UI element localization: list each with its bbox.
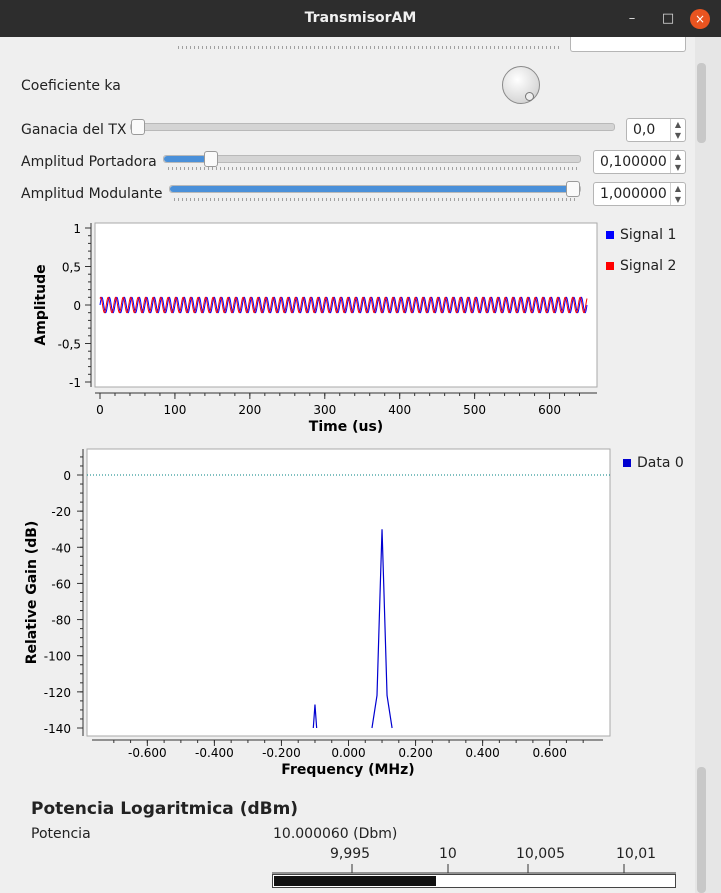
x-axis-label: Frequency (MHz): [281, 762, 414, 778]
legend-swatch-data-0: [623, 459, 631, 467]
title-bar: TransmisorAM – □ ×: [0, 0, 721, 37]
modulating-value: 1,000000: [600, 186, 667, 202]
x-axis-label: Time (us): [309, 419, 383, 435]
y-tick-label: -120: [44, 686, 71, 700]
ka-knob[interactable]: [502, 66, 540, 104]
y-tick-label: 0,5: [62, 261, 81, 275]
partial-slider-ticks: [178, 46, 562, 49]
ka-label: Coeficiente ka: [21, 78, 121, 94]
legend-signal-2[interactable]: Signal 2: [606, 258, 676, 274]
y-axis-label: Amplitude: [33, 264, 49, 345]
legend-label-data-0: Data 0: [637, 455, 684, 471]
frequency-plot[interactable]: 0 -20 -40 -60 -80 -100 -120 -140 -0.600 -0.400 -0.…: [0, 440, 695, 790]
carrier-ticks: [168, 167, 578, 170]
carrier-slider-fill: [164, 156, 206, 162]
power-scale-label: 10,005: [516, 846, 565, 862]
x-tick-label: -0.400: [195, 746, 234, 760]
y-tick-label: -80: [51, 614, 71, 628]
scrollbar-thumb[interactable]: [697, 63, 706, 143]
y-tick-label: 1: [73, 222, 81, 236]
modulating-ticks: [174, 198, 576, 201]
modulating-spin-arrows[interactable]: ▲ ▼: [670, 183, 685, 205]
modulating-label: Amplitud Modulante: [21, 186, 163, 202]
x-tick-label: 0.400: [465, 746, 499, 760]
gain-value: 0,0: [633, 122, 656, 138]
vertical-scrollbar[interactable]: [695, 37, 721, 893]
y-tick-label: -60: [51, 577, 71, 591]
gain-spinbox[interactable]: 0,0 ▲ ▼: [626, 118, 686, 142]
power-value: 10.000060 (Dbm): [273, 826, 398, 842]
y-tick-label: -140: [44, 722, 71, 736]
y-axis-label: Relative Gain (dB): [24, 521, 40, 665]
legend-signal-1[interactable]: Signal 1: [606, 227, 676, 243]
carrier-slider[interactable]: [163, 151, 581, 167]
x-tick-label: 0.000: [331, 746, 365, 760]
y-tick-label: 0: [63, 469, 71, 483]
legend-swatch-signal-2: [606, 262, 614, 270]
x-tick-label: 500: [463, 403, 486, 417]
legend-label-signal-1: Signal 1: [620, 227, 677, 243]
x-tick-label: 0.600: [532, 746, 566, 760]
legend-swatch-signal-1: [606, 231, 614, 239]
carrier-value: 0,100000: [600, 154, 667, 170]
gain-label: Ganacia del TX: [21, 122, 127, 138]
y-tick-label: -20: [51, 505, 71, 519]
y-tick-label: 0: [73, 299, 81, 313]
x-tick-label: 300: [313, 403, 336, 417]
close-button[interactable]: ×: [690, 9, 710, 29]
legend-label-signal-2: Signal 2: [620, 258, 677, 274]
scrollbar-track-segment[interactable]: [697, 767, 706, 893]
carrier-spinbox[interactable]: 0,100000 ▲ ▼: [593, 150, 686, 174]
gain-slider-handle[interactable]: [131, 119, 145, 135]
maximize-button[interactable]: □: [658, 9, 678, 29]
gain-spin-arrows[interactable]: ▲ ▼: [670, 119, 685, 141]
minimize-button[interactable]: –: [622, 9, 642, 29]
power-label: Potencia: [31, 826, 91, 842]
legend-data-0[interactable]: Data 0: [623, 455, 684, 471]
carrier-spin-arrows[interactable]: ▲ ▼: [670, 151, 685, 173]
window-title: TransmisorAM: [304, 10, 417, 26]
x-tick-label: 0: [96, 403, 104, 417]
x-tick-label: -0.600: [128, 746, 167, 760]
modulating-slider-fill: [170, 186, 580, 192]
partial-spinbox[interactable]: [570, 37, 686, 52]
power-scale-label: 9,995: [330, 846, 371, 862]
x-tick-label: 200: [238, 403, 261, 417]
x-tick-label: 100: [163, 403, 186, 417]
y-tick-label: -0,5: [58, 338, 81, 352]
y-tick-label: -40: [51, 541, 71, 555]
power-scale-ticks: [272, 864, 676, 874]
modulating-slider[interactable]: [169, 181, 581, 197]
y-tick-label: -1: [69, 376, 81, 390]
plot-canvas: [86, 448, 611, 737]
modulating-spinbox[interactable]: 1,000000 ▲ ▼: [593, 182, 686, 206]
gain-slider[interactable]: [130, 119, 615, 135]
x-tick-label: 600: [538, 403, 561, 417]
carrier-label: Amplitud Portadora: [21, 154, 157, 170]
power-scale-label: 10: [439, 846, 457, 862]
x-tick-label: -0.200: [262, 746, 301, 760]
power-scale-label: 10,01: [616, 846, 657, 862]
power-title: Potencia Logaritmica (dBm): [31, 799, 299, 819]
y-tick-label: -100: [44, 650, 71, 664]
x-tick-label: 0.200: [398, 746, 432, 760]
power-level-bar: [272, 874, 676, 888]
x-tick-label: 400: [388, 403, 411, 417]
knob-indicator: [525, 92, 534, 101]
time-plot[interactable]: 1 0,5 0 -0,5 -1 0 100 200 300 400 500 600 Time (us) A…: [0, 215, 695, 440]
carrier-slider-handle[interactable]: [204, 151, 219, 167]
modulating-slider-handle[interactable]: [566, 181, 580, 197]
power-level-fill: [274, 876, 436, 886]
